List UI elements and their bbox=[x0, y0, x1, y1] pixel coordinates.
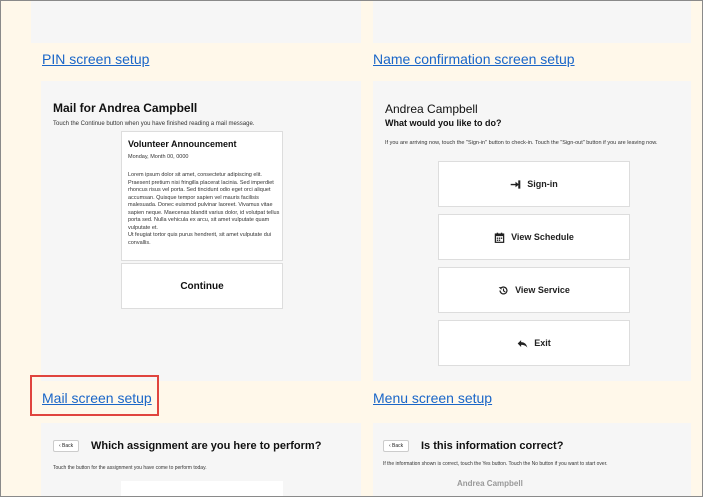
assignment-screen-preview: ‹ Back Which assignment are you here to … bbox=[41, 423, 361, 496]
screenshot-frame: PIN screen setup Name confirmation scree… bbox=[0, 0, 703, 497]
view-schedule-label: View Schedule bbox=[511, 232, 574, 242]
sign-in-label: Sign-in bbox=[527, 179, 558, 189]
calendar-icon bbox=[494, 232, 505, 243]
menu-question: What would you like to do? bbox=[385, 118, 502, 128]
confirm-instructions: If the information shown is correct, tou… bbox=[383, 461, 608, 467]
confirm-screen-preview: ‹ Back Is this information correct? If t… bbox=[373, 423, 691, 496]
confirm-title: Is this information correct? bbox=[421, 440, 564, 452]
menu-user-name: Andrea Campbell bbox=[385, 102, 478, 116]
exit-label: Exit bbox=[534, 338, 551, 348]
sign-in-button[interactable]: Sign-in bbox=[438, 161, 630, 207]
message-body-continued: Ut feugiat tortor quis purus hendrerit, … bbox=[128, 232, 272, 246]
pin-screen-setup-link[interactable]: PIN screen setup bbox=[42, 51, 149, 67]
sign-in-icon bbox=[510, 179, 521, 189]
confirm-user-name: Andrea Campbell bbox=[457, 479, 523, 488]
exit-button[interactable]: Exit bbox=[438, 320, 630, 366]
mail-subtitle: Touch the Continue button when you have … bbox=[53, 121, 255, 127]
name-confirm-screen-preview bbox=[373, 1, 691, 43]
mail-message: Volunteer Announcement Monday, Month 00,… bbox=[121, 131, 283, 261]
menu-screen-preview: Andrea Campbell What would you like to d… bbox=[373, 81, 691, 381]
name-confirmation-setup-link[interactable]: Name confirmation screen setup bbox=[373, 51, 575, 67]
back-button[interactable]: ‹ Back bbox=[383, 440, 410, 452]
message-title: Volunteer Announcement bbox=[128, 139, 237, 149]
continue-button[interactable]: Continue bbox=[121, 263, 283, 309]
mail-link-highlight bbox=[30, 375, 159, 416]
view-service-button[interactable]: View Service bbox=[438, 267, 630, 313]
assignment-instructions: Touch the button for the assignment you … bbox=[53, 465, 207, 471]
message-body: Lorem ipsum dolor sit amet, consectetur … bbox=[128, 172, 280, 231]
view-schedule-button[interactable]: View Schedule bbox=[438, 214, 630, 260]
reply-icon bbox=[517, 339, 528, 348]
view-service-label: View Service bbox=[515, 285, 570, 295]
mail-title: Mail for Andrea Campbell bbox=[53, 101, 198, 115]
assignment-option-placeholder bbox=[121, 481, 283, 496]
message-date: Monday, Month 00, 0000 bbox=[128, 154, 189, 160]
assignment-title: Which assignment are you here to perform… bbox=[91, 440, 322, 452]
back-button[interactable]: ‹ Back bbox=[53, 440, 80, 452]
menu-instructions: If you are arriving now, touch the "Sign… bbox=[385, 140, 658, 146]
mail-screen-preview: Mail for Andrea Campbell Touch the Conti… bbox=[41, 81, 361, 381]
pin-screen-preview bbox=[31, 1, 361, 43]
history-icon bbox=[498, 285, 508, 295]
menu-screen-setup-link[interactable]: Menu screen setup bbox=[373, 390, 492, 406]
